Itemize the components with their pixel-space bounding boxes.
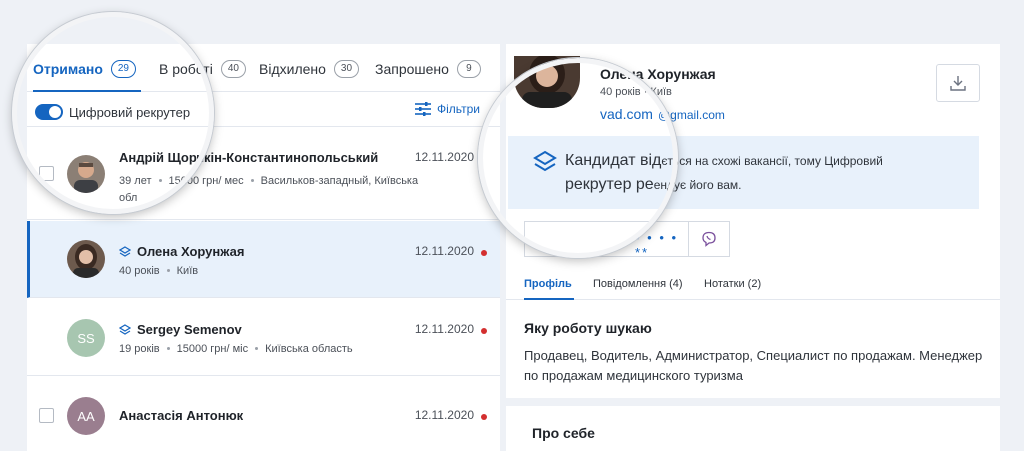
tab-label: Отримано bbox=[33, 61, 103, 77]
filters-label: Фільтри bbox=[437, 102, 480, 116]
tab-label: Запрошено bbox=[375, 61, 449, 77]
tab-invited[interactable]: Запрошено 9 bbox=[375, 60, 481, 78]
tab-in-progress[interactable]: В роботі 40 bbox=[159, 60, 246, 78]
candidate-location-cont: обл bbox=[119, 192, 138, 204]
list-item-selected[interactable]: Олена Хорунжая 12.11.2020 40 років Київ bbox=[27, 221, 500, 298]
section-title: Яку роботу шукаю bbox=[524, 320, 652, 336]
avatar bbox=[514, 56, 580, 108]
avatar bbox=[67, 155, 105, 193]
list-item[interactable]: АА Анастасія Антонюк 12.11.2020 bbox=[27, 377, 500, 451]
status-tabs: Отримано 29 В роботі 40 Відхилено 30 Зап… bbox=[27, 44, 500, 92]
candidate-name: Sergey Semenov bbox=[137, 322, 242, 337]
digital-recruiter-banner: Кандидат відється на схожі вакансії, том… bbox=[508, 136, 979, 209]
tab-count-badge: 30 bbox=[333, 60, 360, 78]
filters-button[interactable]: Фільтри bbox=[415, 102, 480, 116]
download-icon bbox=[950, 76, 966, 91]
tab-count-badge: 40 bbox=[220, 60, 246, 78]
section-text: Продавец, Водитель, Администратор, Специ… bbox=[524, 348, 983, 383]
avatar: АА bbox=[67, 397, 105, 435]
digital-recruiter-icon bbox=[119, 245, 131, 257]
email-link[interactable]: @gmail.com bbox=[658, 108, 725, 122]
active-tab-indicator bbox=[524, 298, 574, 300]
tab-received[interactable]: Отримано 29 bbox=[33, 60, 136, 78]
candidate-meta: 40 років · Київ bbox=[600, 86, 672, 98]
tab-count-badge: 29 bbox=[110, 60, 136, 78]
candidate-list-panel: Отримано 29 В роботі 40 Відхилено 30 Зап… bbox=[27, 44, 500, 451]
candidate-name: Олена Хорунжая bbox=[600, 66, 716, 82]
candidate-age: 40 років bbox=[119, 265, 160, 277]
digital-recruiter-icon bbox=[119, 323, 131, 335]
date-label: 12.11.2020 bbox=[414, 244, 474, 258]
row-checkbox[interactable] bbox=[39, 408, 54, 423]
filter-bar: Цифровий рекрутер Фільтри bbox=[27, 93, 500, 127]
unread-dot bbox=[481, 250, 487, 256]
section-title: Про себе bbox=[532, 425, 595, 441]
candidate-age: 19 років bbox=[119, 343, 160, 355]
tab-profile[interactable]: Профіль bbox=[524, 278, 572, 290]
digital-recruiter-toggle[interactable] bbox=[35, 104, 63, 120]
avatar bbox=[67, 240, 105, 278]
candidate-meta: 39 лет 15000 грн/ мес Васильков-западный, … bbox=[119, 175, 418, 187]
candidate-name-row: Олена Хорунжая bbox=[119, 244, 244, 259]
profile-tabs: Профіль Повідомлення (4) Нотатки (2) bbox=[506, 272, 1000, 300]
candidate-location: Васильков-западный, Київська bbox=[260, 175, 419, 187]
candidate-name: Андрій Щорчкін-Константинопольський bbox=[119, 150, 379, 165]
list-item[interactable]: SS Sergey Semenov 12.11.2020 19 років 150… bbox=[27, 299, 500, 376]
tab-label: Відхилено bbox=[259, 61, 326, 77]
candidate-salary: 15000 грн/ міс bbox=[176, 343, 249, 355]
list-item[interactable]: Андрій Щорчкін-Константинопольський 12.1… bbox=[27, 128, 500, 220]
date-label: 12.11.2020 bbox=[414, 150, 474, 164]
candidate-city: Київ bbox=[650, 86, 672, 98]
candidate-age: 40 років bbox=[600, 86, 641, 98]
candidate-name-row: Sergey Semenov bbox=[119, 322, 242, 337]
tab-label: В роботі bbox=[159, 61, 213, 77]
active-tab-indicator bbox=[33, 90, 141, 92]
candidate-detail-panel: Олена Хорунжая 40 років · Київ vad.com @… bbox=[506, 44, 1000, 451]
candidate-meta: 19 років 15000 грн/ міс Київська область bbox=[119, 343, 353, 355]
candidate-name: Анастасія Антонюк bbox=[119, 408, 244, 423]
unread-dot bbox=[481, 328, 487, 334]
date-label: 12.11.2020 bbox=[414, 322, 474, 336]
sliders-icon bbox=[415, 102, 432, 116]
tab-notes[interactable]: Нотатки (2) bbox=[704, 278, 761, 290]
avatar: SS bbox=[67, 319, 105, 357]
candidate-location: Київська область bbox=[265, 343, 353, 355]
digital-recruiter-icon bbox=[533, 150, 557, 172]
tab-count-badge: 9 bbox=[456, 60, 481, 78]
candidate-location: Київ bbox=[176, 265, 199, 277]
toggle-label: Цифровий рекрутер bbox=[69, 105, 191, 120]
download-button[interactable] bbox=[936, 64, 980, 102]
show-phone-button[interactable]: • • • • ** bbox=[524, 221, 688, 260]
tab-rejected[interactable]: Відхилено 30 bbox=[259, 60, 360, 78]
candidate-salary: 15000 грн/ мес bbox=[168, 175, 244, 187]
candidate-name: Олена Хорунжая bbox=[137, 244, 245, 259]
candidate-meta: 40 років Київ bbox=[119, 265, 198, 277]
banner-text: Кандидат відється на схожі вакансії, том… bbox=[565, 152, 883, 193]
row-checkbox[interactable] bbox=[39, 166, 54, 181]
contact-link[interactable]: vad.com bbox=[600, 106, 653, 122]
viber-icon bbox=[702, 231, 716, 247]
tab-messages[interactable]: Повідомлення (4) bbox=[593, 278, 683, 290]
candidate-age: 39 лет bbox=[119, 175, 152, 187]
date-label: 12.11.2020 bbox=[414, 408, 474, 422]
unread-dot bbox=[481, 414, 487, 420]
divider bbox=[506, 398, 1000, 406]
viber-button[interactable] bbox=[688, 221, 730, 257]
